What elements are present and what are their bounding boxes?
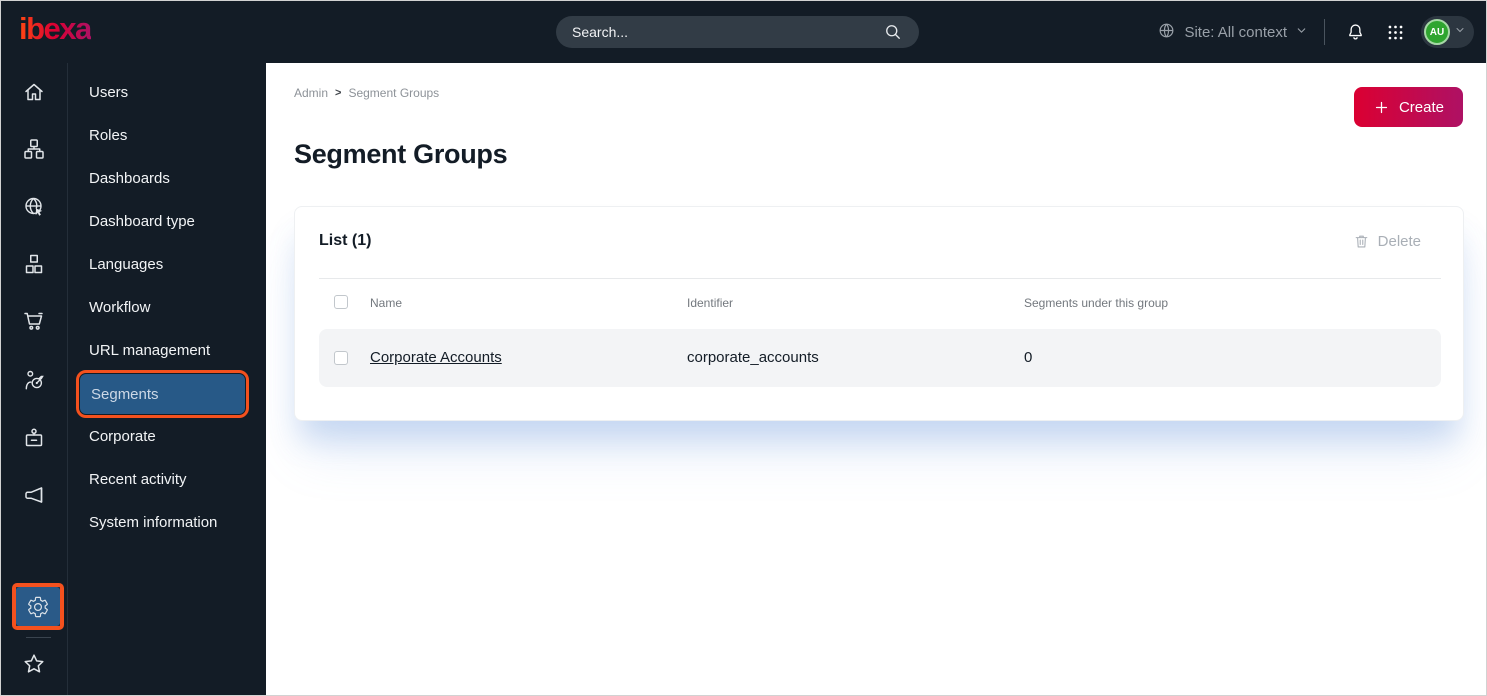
topbar-right-cluster: Site: All context AU [1157, 1, 1474, 63]
rail-divider [26, 637, 51, 638]
list-title: List (1) [319, 232, 372, 249]
menu-item-label: Users [89, 84, 129, 101]
menu-item-label: Dashboard type [89, 213, 195, 230]
menu-item-segments[interactable]: Segments [68, 370, 266, 418]
plus-icon [1373, 99, 1390, 116]
breadcrumb: Admin > Segment Groups [294, 86, 439, 100]
menu-item-users[interactable]: Users [68, 71, 266, 114]
menu-item-label: Workflow [89, 299, 151, 316]
create-button-label: Create [1398, 98, 1444, 116]
page-title: Segment Groups [294, 139, 508, 169]
breadcrumb-admin[interactable]: Admin [294, 86, 328, 100]
menu-item-recent-activity[interactable]: Recent activity [68, 458, 266, 501]
create-button[interactable]: Create [1353, 87, 1463, 127]
site-icon[interactable] [22, 195, 46, 219]
menu-item-dashboard-type[interactable]: Dashboard type [68, 200, 266, 243]
menu-item-label: Roles [89, 127, 128, 144]
menu-item-label: URL management [89, 342, 211, 359]
delete-button-label: Delete [1377, 233, 1421, 250]
chevron-down-icon [1454, 23, 1466, 41]
products-icon[interactable] [22, 252, 46, 276]
globe-icon [1157, 21, 1176, 44]
announcement-icon[interactable] [22, 483, 46, 507]
icon-rail [1, 63, 68, 695]
cart-icon[interactable] [22, 309, 46, 333]
menu-item-system-information[interactable]: System information [68, 501, 266, 544]
menu-item-workflow[interactable]: Workflow [68, 286, 266, 329]
breadcrumb-separator: > [335, 87, 342, 99]
corporate-badge-icon[interactable] [22, 426, 46, 450]
avatar: AU [1424, 19, 1450, 45]
breadcrumb-segment-groups[interactable]: Segment Groups [348, 86, 439, 100]
admin-section-highlight[interactable] [12, 583, 64, 630]
segment-group-link[interactable]: Corporate Accounts [370, 349, 502, 366]
content-tree-icon[interactable] [22, 137, 46, 161]
topbar-divider [1324, 19, 1325, 45]
delete-button[interactable]: Delete [1353, 233, 1421, 250]
table-row[interactable]: Corporate Accounts corporate_accounts 0 [319, 329, 1441, 387]
gear-icon [26, 595, 50, 619]
segments-active-background[interactable]: Segments [80, 374, 245, 414]
column-header-name: Name [370, 296, 403, 310]
site-context-switcher[interactable]: Site: All context [1157, 21, 1308, 44]
column-header-identifier: Identifier [687, 296, 734, 310]
site-context-label: Site: All context [1184, 23, 1287, 41]
menu-item-label: Corporate [89, 428, 156, 445]
menu-item-label: Languages [89, 256, 164, 273]
table-header: Name Identifier Segments under this grou… [295, 295, 1463, 311]
topbar: ibexa Site: All context [1, 1, 1486, 63]
search-input[interactable] [572, 24, 879, 40]
cell-identifier: corporate_accounts [687, 349, 819, 366]
app-grid-icon[interactable] [1381, 18, 1409, 46]
segment-groups-list-card: List (1) Delete Name Identifier Segments… [294, 206, 1464, 421]
menu-item-url-management[interactable]: URL management [68, 329, 266, 372]
global-search[interactable] [556, 16, 919, 48]
home-icon[interactable] [22, 80, 46, 104]
column-header-segments: Segments under this group [1024, 296, 1169, 310]
menu-item-label: System information [89, 514, 218, 531]
chevron-down-icon [1295, 24, 1308, 41]
admin-menu: Users Roles Dashboards Dashboard type La… [68, 63, 266, 695]
select-all-checkbox[interactable] [334, 295, 348, 309]
star-icon[interactable] [22, 652, 46, 676]
search-icon[interactable] [879, 18, 907, 46]
card-divider [319, 278, 1441, 279]
menu-item-corporate[interactable]: Corporate [68, 415, 266, 458]
main-content: Admin > Segment Groups Segment Groups Cr… [266, 63, 1486, 695]
menu-item-roles[interactable]: Roles [68, 114, 266, 157]
ibexa-logo[interactable]: ibexa [19, 11, 92, 47]
menu-item-label: Recent activity [89, 471, 187, 488]
menu-item-label: Dashboards [89, 170, 170, 187]
admin-gear-button[interactable] [16, 587, 60, 626]
menu-item-languages[interactable]: Languages [68, 243, 266, 286]
user-menu[interactable]: AU [1421, 16, 1474, 48]
cell-name: Corporate Accounts [370, 329, 502, 387]
menu-item-dashboards[interactable]: Dashboards [68, 157, 266, 200]
cell-segments-count: 0 [1024, 349, 1033, 366]
trash-icon [1353, 233, 1370, 250]
menu-item-label: Segments [91, 385, 159, 403]
row-checkbox[interactable] [334, 351, 348, 365]
personalization-icon[interactable] [22, 368, 46, 392]
bell-icon[interactable] [1341, 18, 1369, 46]
app-window: ibexa Site: All context [0, 0, 1487, 696]
segments-highlight-annotation: Segments [76, 370, 249, 418]
